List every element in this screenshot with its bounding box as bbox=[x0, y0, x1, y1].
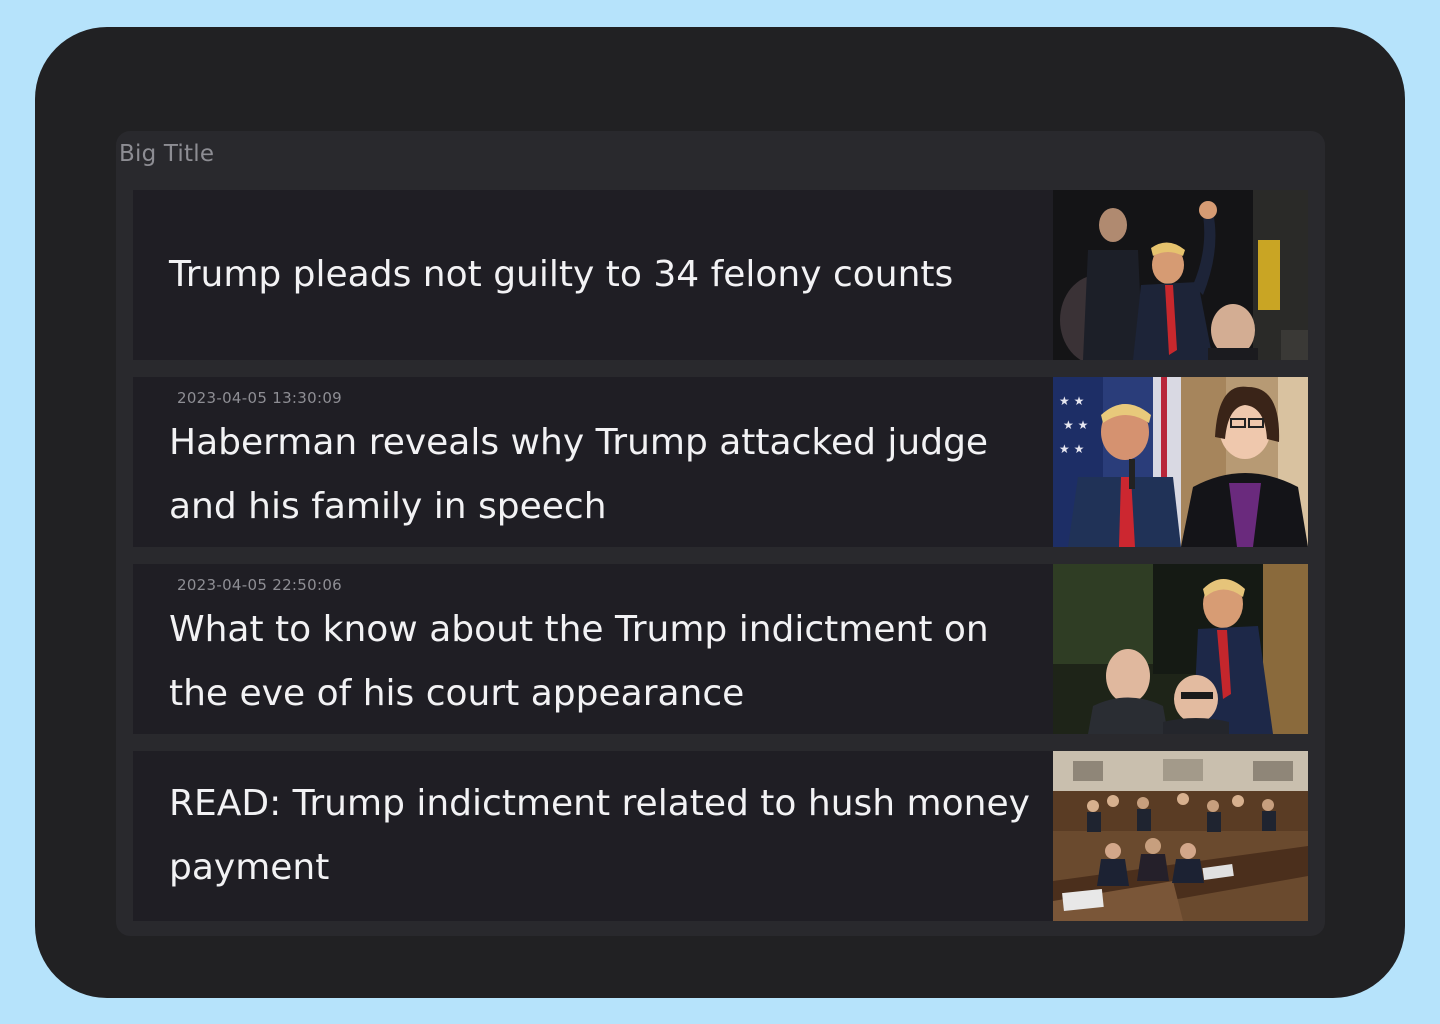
widget-title: Big Title bbox=[119, 141, 215, 167]
news-list: Trump pleads not guilty to 34 felony cou… bbox=[133, 190, 1308, 921]
photo-trump-and-haberman: ★ ★ ★ ★ ★ ★ bbox=[1053, 377, 1308, 547]
news-headline: Haberman reveals why Trump attacked judg… bbox=[169, 422, 989, 527]
news-headline: What to know about the Trump indictment … bbox=[169, 609, 989, 714]
photo-trump-court-arrival bbox=[1053, 564, 1308, 734]
svg-text:★ ★: ★ ★ bbox=[1059, 442, 1084, 456]
device-frame: Big Title Trump pleads not guilty to 34 … bbox=[35, 27, 1405, 998]
news-text: Trump pleads not guilty to 34 felony cou… bbox=[133, 190, 1050, 360]
news-thumbnail bbox=[1053, 564, 1308, 734]
svg-text:★ ★: ★ ★ bbox=[1059, 394, 1084, 408]
news-headline: READ: Trump indictment related to hush m… bbox=[169, 783, 1030, 888]
news-item[interactable]: Trump pleads not guilty to 34 felony cou… bbox=[133, 190, 1308, 360]
news-text: 2023-04-05 22:50:06 What to know about t… bbox=[133, 564, 1050, 734]
news-thumbnail bbox=[1053, 751, 1308, 921]
news-item[interactable]: 2023-04-05 22:50:06 What to know about t… bbox=[133, 564, 1308, 734]
news-timestamp: 2023-04-05 13:30:09 bbox=[177, 389, 343, 407]
news-item[interactable]: 2023-04-05 13:30:09 Haberman reveals why… bbox=[133, 377, 1308, 547]
svg-text:★ ★: ★ ★ bbox=[1063, 418, 1088, 432]
news-timestamp: 2023-04-05 22:50:06 bbox=[177, 576, 343, 594]
photo-trump-waving bbox=[1053, 190, 1308, 360]
news-thumbnail: ★ ★ ★ ★ ★ ★ bbox=[1053, 377, 1308, 547]
news-widget: Big Title Trump pleads not guilty to 34 … bbox=[116, 131, 1325, 936]
news-item[interactable]: READ: Trump indictment related to hush m… bbox=[133, 751, 1308, 921]
news-text: READ: Trump indictment related to hush m… bbox=[133, 751, 1050, 921]
news-headline: Trump pleads not guilty to 34 felony cou… bbox=[169, 254, 954, 295]
news-thumbnail bbox=[1053, 190, 1308, 360]
news-text: 2023-04-05 13:30:09 Haberman reveals why… bbox=[133, 377, 1050, 547]
photo-courtroom bbox=[1053, 751, 1308, 921]
